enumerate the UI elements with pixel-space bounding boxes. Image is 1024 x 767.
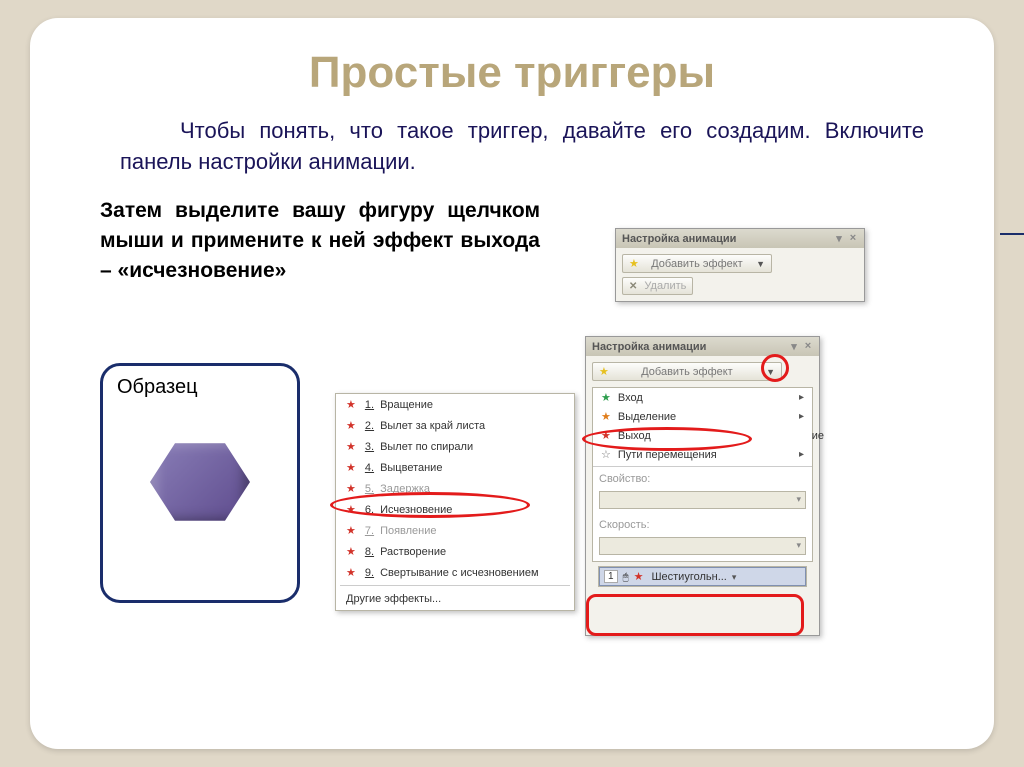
close-icon[interactable]: × [848,232,858,245]
panel-header: Настройка анимации ▾ × [616,229,864,248]
effect-item[interactable]: 2.Вылет за край листа [336,415,574,436]
chevron-down-icon: ▼ [756,259,765,269]
star-icon [601,410,614,423]
add-effect-button[interactable]: Добавить эффект ▼ [622,254,772,273]
star-icon [346,398,359,411]
star-icon [346,440,359,453]
add-effect-button[interactable]: Добавить эффект ▼ [592,362,782,381]
dropdown-icon[interactable]: ▾ [789,340,799,353]
star-icon [346,419,359,432]
speed-label: Скорость: [593,515,812,535]
menu-label: Вход [618,392,643,404]
item-index: 1 [604,570,618,583]
menu-label: Пути перемещения [618,449,717,461]
property-dropdown[interactable] [599,491,806,509]
star-icon [346,566,359,579]
speed-dropdown[interactable] [599,537,806,555]
effect-item[interactable]: 4.Выцветание [336,457,574,478]
menu-entry[interactable]: Вход [593,388,812,407]
menu-motion[interactable]: Пути перемещения [593,445,812,464]
animation-list: 1 Шестиугольн... [598,566,807,587]
star-icon [601,391,614,404]
panel-title: Настройка анимации [592,341,706,353]
animation-panel-front: Настройка анимации ▾ × Добавить эффект ▼… [585,336,820,636]
chevron-down-icon: ▼ [766,367,775,377]
property-label: Свойство: [593,469,812,489]
delete-label: Удалить [644,280,686,292]
sample-box: Образец [100,363,300,603]
star-icon [346,545,359,558]
close-icon[interactable]: × [803,340,813,353]
animation-panel-back: Настройка анимации ▾ × Добавить эффект ▼… [615,228,865,302]
panel-header: Настройка анимации ▾ × [586,337,819,356]
effect-item[interactable]: 5.Задержка [336,478,574,499]
paragraph-instruction: Затем выделите вашу фигуру щелчком мыши … [100,196,540,287]
menu-emphasis[interactable]: Выделение [593,407,812,426]
sample-label: Образец [117,376,283,399]
exit-effects-menu: 1.Вращение 2.Вылет за край листа 3.Вылет… [335,393,575,611]
chevron-down-icon[interactable] [732,571,737,583]
effect-category-menu: Вход Выделение Выход ие Пути перемещения… [592,387,813,562]
star-icon [346,524,359,537]
slide-title: Простые триггеры [60,48,964,98]
paragraph-intro: Чтобы понять, что такое триггер, давайте… [120,116,924,178]
menu-exit[interactable]: Выход ие [593,426,812,445]
add-effect-label: Добавить эффект [651,258,742,270]
menu-label: Выход [618,430,651,442]
star-icon [601,448,614,461]
star-icon [634,570,647,583]
effect-item[interactable]: 3.Вылет по спирали [336,436,574,457]
delete-icon [629,280,640,292]
star-icon [629,257,642,270]
effect-item-disappear[interactable]: 6.Исчезновение [336,499,574,520]
panel-title: Настройка анимации [622,233,736,245]
menu-label: Выделение [618,411,676,423]
separator [593,466,812,467]
star-icon [346,503,359,516]
delete-button[interactable]: Удалить [622,277,693,295]
slide: Простые триггеры Чтобы понять, что такое… [30,18,994,749]
separator [340,585,570,586]
effect-item[interactable]: 8.Растворение [336,541,574,562]
star-icon [346,482,359,495]
add-effect-label: Добавить эффект [641,366,732,378]
more-effects[interactable]: Другие эффекты... [336,588,574,610]
effect-item[interactable]: 7.Появление [336,520,574,541]
suffix-label: ие [812,430,824,442]
effect-item[interactable]: 9.Свертывание с исчезновением [336,562,574,583]
arrow-icon [1000,233,1024,235]
effect-item[interactable]: 1.Вращение [336,394,574,415]
animation-item[interactable]: 1 Шестиугольн... [599,567,806,586]
star-icon [601,429,614,442]
mouse-icon [623,571,629,583]
hexagon-shape[interactable] [150,439,250,525]
highlight-box [586,594,804,636]
star-icon [346,461,359,474]
item-name: Шестиугольн... [651,571,726,583]
star-icon [599,365,612,378]
dropdown-icon[interactable]: ▾ [834,232,844,245]
